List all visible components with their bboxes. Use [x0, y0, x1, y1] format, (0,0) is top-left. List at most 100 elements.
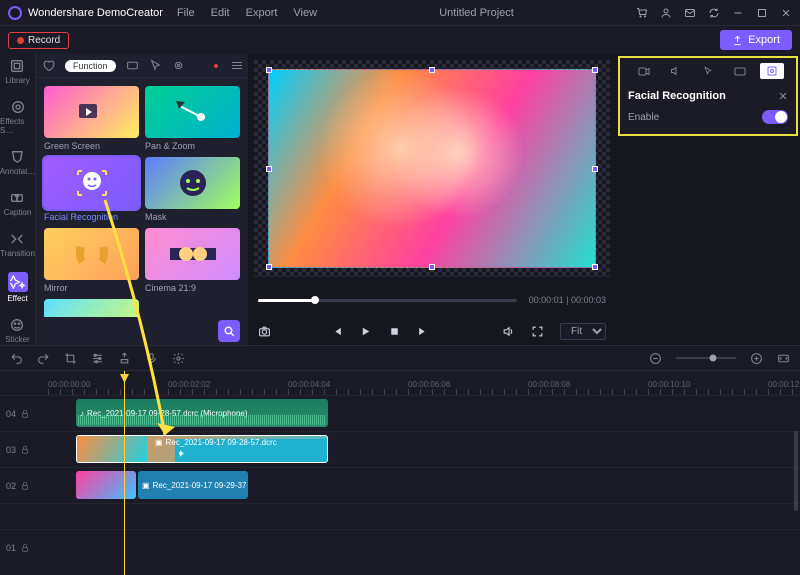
preview-image[interactable] [268, 69, 596, 269]
effect-mask[interactable]: Mask [145, 157, 240, 222]
zoom-fit-icon[interactable] [777, 352, 790, 365]
rail-transition[interactable]: Transition [0, 231, 35, 258]
left-rail: Library Effects S… Annotat… T Caption Tr… [0, 54, 36, 345]
effect-cinema[interactable]: Cinema 21:9 [145, 228, 240, 293]
preview-panel: 00:00:01 | 00:00:03 Fit [248, 54, 616, 345]
export-button[interactable]: Export [720, 30, 792, 50]
library-footer [36, 317, 248, 345]
menu-export[interactable]: Export [246, 7, 278, 19]
marker-icon[interactable] [118, 352, 131, 365]
lock-icon[interactable] [20, 409, 30, 419]
transition-icon [9, 231, 25, 247]
timeline: 00:00:00:00 00:00:02:02 00:00:04:04 00:0… [0, 371, 800, 575]
lock-icon[interactable] [20, 445, 30, 455]
mic-icon[interactable] [145, 352, 158, 365]
playhead[interactable] [124, 371, 125, 575]
time-display: 00:00:01 | 00:00:03 [529, 295, 606, 305]
volume-icon[interactable] [502, 325, 515, 338]
next-icon[interactable] [417, 325, 430, 338]
zoom-slider[interactable] [676, 357, 736, 359]
enable-toggle[interactable] [762, 110, 788, 124]
effect-mirror[interactable]: Mirror [44, 228, 139, 293]
minimize-icon[interactable] [732, 7, 744, 19]
clip-video-02-thumb[interactable] [76, 471, 136, 499]
toolbar: Record Export [0, 26, 800, 54]
tab-function[interactable]: Function [65, 60, 116, 72]
panel-tab-audio[interactable] [664, 63, 688, 79]
rail-library[interactable]: Library [5, 58, 29, 85]
undo-icon[interactable] [10, 352, 23, 365]
track-02: 02 ▣ Rec_2021-09-17 09-29-37 [0, 467, 800, 503]
timeline-scrollbar[interactable] [794, 431, 798, 511]
preview-canvas[interactable] [254, 60, 610, 277]
effect-pan-zoom[interactable]: Pan & Zoom [145, 86, 240, 151]
clip-video-02[interactable]: ▣ Rec_2021-09-17 09-29-37 [138, 471, 248, 499]
ruler[interactable]: 00:00:00:00 00:00:02:02 00:00:04:04 00:0… [0, 371, 800, 389]
panel-tabs [624, 60, 792, 82]
scrub-bar[interactable] [258, 299, 517, 302]
clip-audio[interactable]: ♪ Rec_2021-09-17 09-28-57.dcrc (Micropho… [76, 399, 328, 427]
crop-icon[interactable] [64, 352, 77, 365]
fullscreen-icon[interactable] [531, 325, 544, 338]
panel-tab-cursor[interactable] [696, 63, 720, 79]
stop-icon[interactable] [388, 325, 401, 338]
menu-edit[interactable]: Edit [211, 7, 230, 19]
effect-extra[interactable] [44, 299, 139, 317]
mail-icon[interactable] [684, 7, 696, 19]
close-icon[interactable] [780, 7, 792, 19]
heart-icon[interactable] [42, 59, 55, 72]
app-logo: Wondershare DemoCreator [8, 6, 163, 20]
refresh-icon[interactable] [708, 7, 720, 19]
panel-close-icon[interactable] [778, 91, 788, 101]
panel-tab-face[interactable] [760, 63, 784, 79]
snapshot-icon[interactable] [258, 325, 271, 338]
panel-tab-frame[interactable] [728, 63, 752, 79]
titlebar: Wondershare DemoCreator File Edit Export… [0, 0, 800, 26]
track-spacer [0, 503, 800, 529]
panel-title-row: Facial Recognition [624, 88, 792, 108]
record-button[interactable]: Record [8, 32, 69, 49]
record-dot-icon [17, 37, 24, 44]
zoom-out-icon[interactable] [649, 352, 662, 365]
annotation-icon [10, 149, 26, 165]
rail-caption[interactable]: T Caption [4, 190, 32, 217]
settings-icon[interactable] [172, 352, 185, 365]
window-controls [636, 7, 792, 19]
audio-tab-icon[interactable] [172, 59, 185, 72]
track-03: 03 ▣ Rec_2021-09-17 09-28-57.dcrc [0, 431, 800, 467]
menu-view[interactable]: View [293, 7, 317, 19]
prev-icon[interactable] [330, 325, 343, 338]
logo-mark-icon [8, 6, 22, 20]
rail-effects-store[interactable]: Effects S… [0, 99, 35, 135]
rail-sticker[interactable]: Sticker [5, 317, 29, 344]
lock-icon[interactable] [20, 543, 30, 553]
redo-icon[interactable] [37, 352, 50, 365]
transport-controls: Fit [248, 317, 616, 345]
hamburger-icon[interactable] [232, 62, 242, 69]
cart-icon[interactable] [636, 7, 648, 19]
cursor-tab-icon[interactable] [149, 59, 162, 72]
search-button[interactable] [218, 320, 240, 342]
track-01: 01 [0, 529, 800, 565]
fit-select[interactable]: Fit [560, 323, 606, 340]
adjust-icon[interactable] [91, 352, 104, 365]
right-panel: Facial Recognition Enable [616, 54, 800, 345]
user-icon[interactable] [660, 7, 672, 19]
menu-file[interactable]: File [177, 7, 195, 19]
rail-annotation[interactable]: Annotat… [0, 149, 35, 176]
zoom-in-icon[interactable] [750, 352, 763, 365]
panel-title: Facial Recognition [628, 90, 726, 102]
scrubber-row: 00:00:01 | 00:00:03 [248, 283, 616, 317]
effect-green-screen[interactable]: Green Screen [44, 86, 139, 151]
effects-store-icon [10, 99, 26, 115]
maximize-icon[interactable] [756, 7, 768, 19]
track-04: 04 ♪ Rec_2021-09-17 09-28-57.dcrc (Micro… [0, 395, 800, 431]
panel-tab-video[interactable] [632, 63, 656, 79]
clip-video-03[interactable]: ▣ Rec_2021-09-17 09-28-57.dcrc [76, 435, 328, 463]
lock-icon[interactable] [20, 481, 30, 491]
video-tab-icon[interactable] [126, 59, 139, 72]
enable-row: Enable [624, 108, 792, 126]
rail-effect[interactable]: Effect [7, 272, 27, 303]
play-icon[interactable] [359, 325, 372, 338]
effect-facial-recognition[interactable]: Facial Recognition [44, 157, 139, 222]
